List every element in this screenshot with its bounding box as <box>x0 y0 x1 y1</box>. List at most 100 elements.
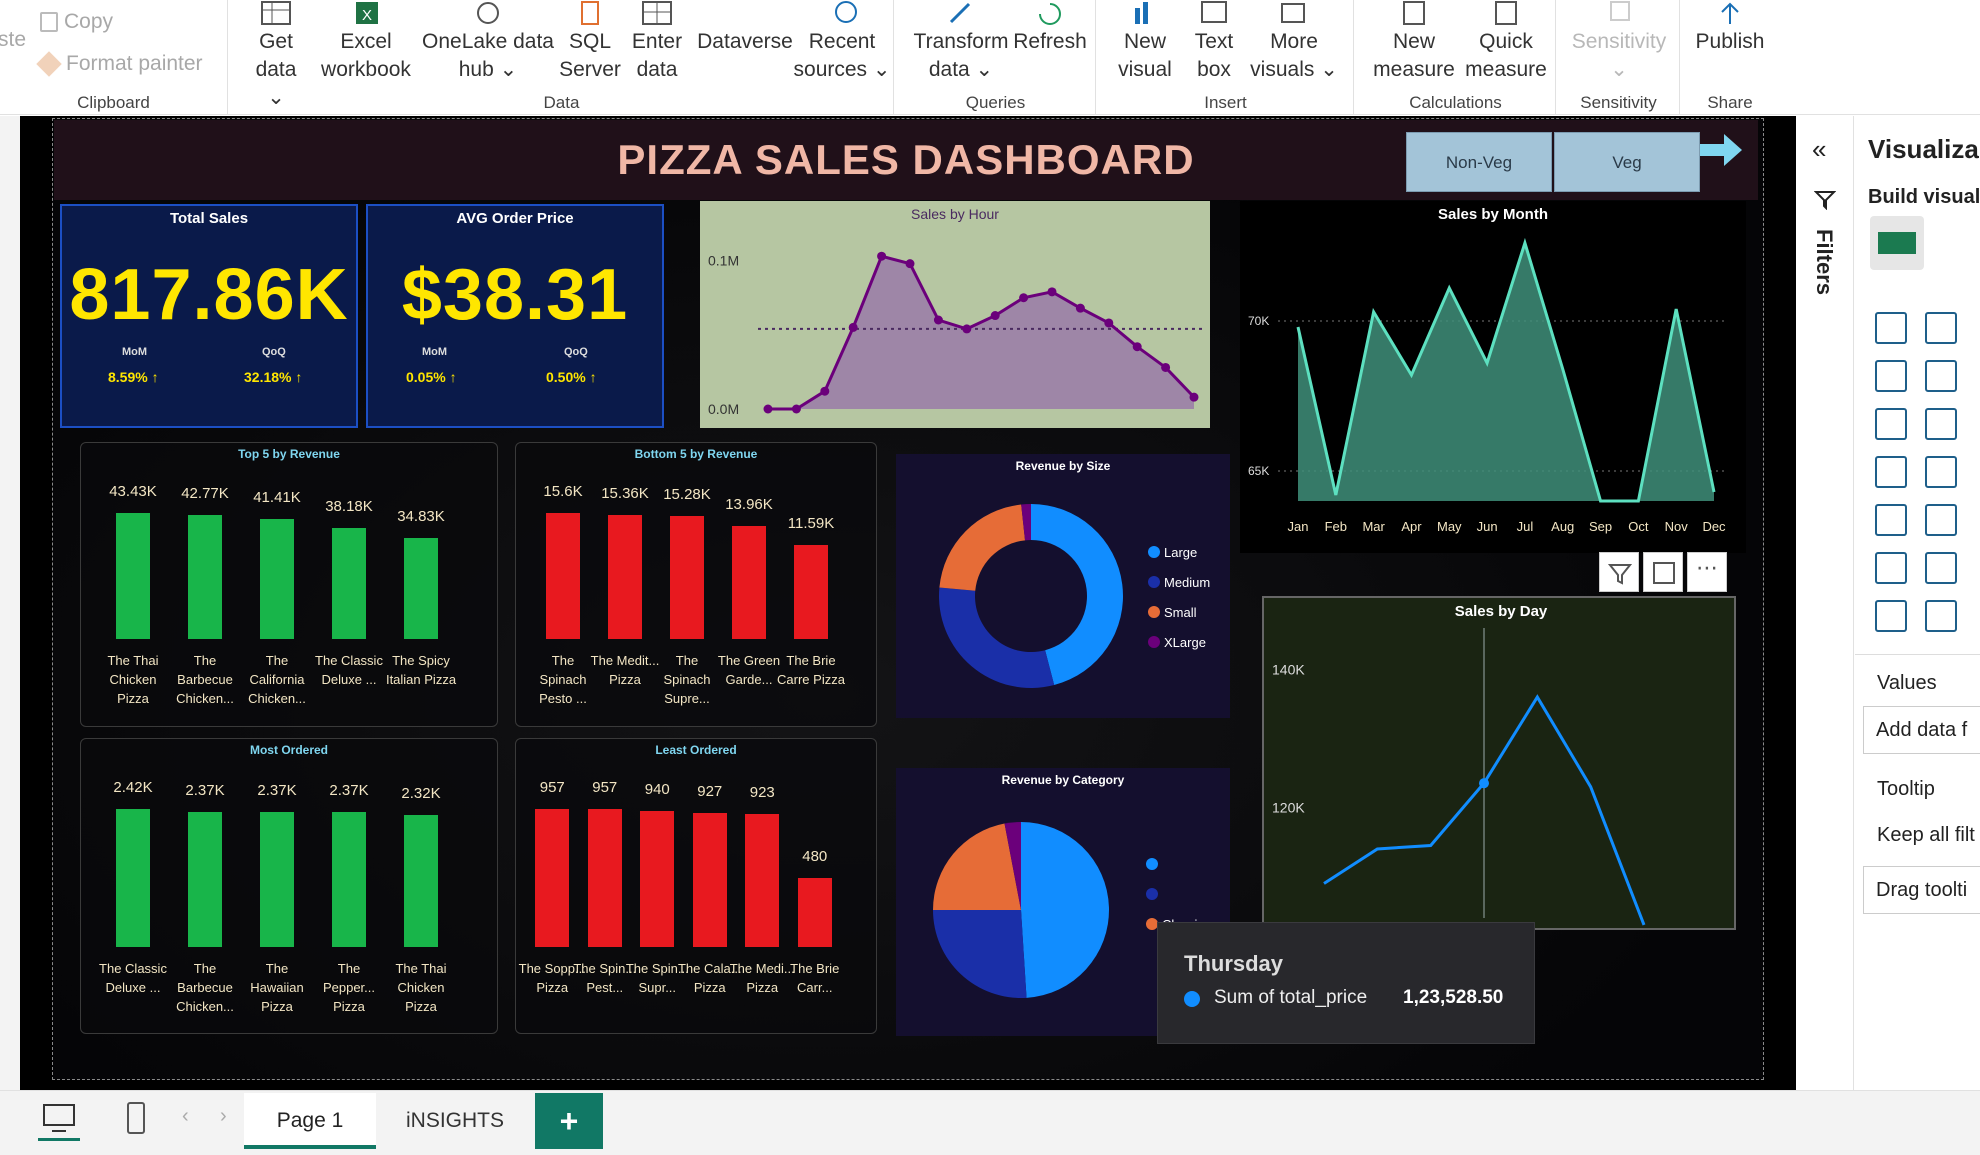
kpi-icon[interactable] <box>1875 504 1907 536</box>
data-label: 38.18K <box>325 498 373 516</box>
bar[interactable] <box>188 514 222 639</box>
bar[interactable] <box>404 814 438 947</box>
bottom-5-revenue-chart[interactable]: Bottom 5 by Revenue 15.6K The Spinach Pest… <box>515 442 877 727</box>
area-chart-icon[interactable] <box>1925 360 1957 392</box>
tooltip-section-label: Tooltip <box>1877 778 1935 800</box>
least-ordered-chart[interactable]: Least Ordered 957 The Sopp... Pizza 957 The … <box>515 738 877 1034</box>
sales-by-month-chart[interactable]: Sales by Month 65K 70K Jan Feb Mar Apr May Jun Ju… <box>1240 201 1746 553</box>
tab-page-1[interactable]: Page 1 <box>244 1093 376 1149</box>
bar[interactable] <box>608 514 642 639</box>
sales-by-day-chart[interactable]: Sales by Day 120K 140K <box>1262 596 1736 930</box>
more-visuals-button[interactable]: More visuals ⌄ <box>1244 0 1344 84</box>
bar[interactable] <box>116 809 150 947</box>
bar[interactable] <box>535 809 570 947</box>
publish-button[interactable]: Publish <box>1682 0 1778 56</box>
decomposition-tree-icon[interactable] <box>1875 552 1907 584</box>
bar[interactable] <box>692 813 727 947</box>
next-page-icon[interactable]: › <box>220 1105 227 1128</box>
build-visual-icon[interactable] <box>1870 216 1924 270</box>
most-ordered-chart[interactable]: Most Ordered 2.42K The Classic Deluxe ... 2… <box>80 738 498 1034</box>
key-influencers-icon[interactable] <box>1925 552 1957 584</box>
transform-data-button[interactable]: Transform data ⌄ <box>906 0 1016 84</box>
onelake-button[interactable]: OneLake data hub ⌄ <box>416 0 560 84</box>
sql-server-button[interactable]: SQL Server <box>558 0 622 84</box>
add-page-button[interactable]: + <box>535 1093 603 1149</box>
focus-mode-icon[interactable] <box>1643 552 1683 592</box>
stacked-bar-icon[interactable] <box>1875 312 1907 344</box>
bar[interactable] <box>794 545 828 639</box>
data-point <box>1189 392 1199 402</box>
funnel-icon[interactable] <box>1925 408 1957 440</box>
refresh-button[interactable]: Refresh <box>1010 0 1090 56</box>
total-sales-card[interactable]: Total Sales 817.86K MoM QoQ 8.59% ↑ 32.1… <box>60 204 358 428</box>
line-chart-icon[interactable] <box>1875 360 1907 392</box>
chart-title: Top 5 by Revenue <box>238 447 340 461</box>
bar[interactable] <box>404 537 438 639</box>
text-box-button[interactable]: Text box <box>1186 0 1242 84</box>
desktop-view-icon[interactable] <box>38 1099 80 1141</box>
bar[interactable] <box>732 526 766 639</box>
mobile-view-icon[interactable] <box>122 1099 152 1139</box>
bar[interactable] <box>188 811 222 947</box>
recent-sources-button[interactable]: Recent sources ⌄ <box>786 0 898 84</box>
ribbon-chart-icon[interactable] <box>1875 408 1907 440</box>
sensitivity-button[interactable]: Sensitivity ⌄ <box>1564 0 1674 84</box>
filter-icon[interactable] <box>1599 552 1639 592</box>
bar[interactable] <box>745 813 780 947</box>
keep-all-filters-toggle[interactable]: Keep all filt <box>1877 824 1975 847</box>
copy-button[interactable]: Copy <box>40 10 113 34</box>
paste-label[interactable]: ste <box>0 28 26 52</box>
slicer-non-veg[interactable]: Non-Veg <box>1406 132 1552 192</box>
sql-label: SQL <box>568 30 612 53</box>
format-painter-button[interactable]: Format painter <box>36 51 203 78</box>
collapse-icon[interactable]: « <box>1812 134 1826 165</box>
tab-insights[interactable]: iNSIGHTS <box>386 1093 524 1149</box>
column-chart-icon[interactable] <box>1925 312 1957 344</box>
filled-map-icon[interactable] <box>1925 456 1957 488</box>
avg-order-price-card[interactable]: AVG Order Price $38.31 MoM QoQ 0.05% ↑ 0… <box>366 204 664 428</box>
new-measure-button[interactable]: New measure <box>1366 0 1462 84</box>
more-options-icon[interactable]: ⋯ <box>1687 552 1727 592</box>
table-icon[interactable] <box>1925 504 1957 536</box>
top-5-revenue-chart[interactable]: Top 5 by Revenue 43.43K The Thai Chicken P… <box>80 442 498 727</box>
new-visual-button[interactable]: New visual <box>1112 0 1178 84</box>
chart-svg: Sales by Day 120K 140K <box>1272 603 1646 926</box>
onelake-label: OneLake data <box>422 30 554 53</box>
map-icon[interactable] <box>1875 456 1907 488</box>
data-label: 41.41K <box>253 488 301 506</box>
bar[interactable] <box>116 513 150 639</box>
enter-data-button[interactable]: Enter data <box>620 0 694 84</box>
tooltip-title: Thursday <box>1184 951 1284 976</box>
tooltip-label: Sum of total_price <box>1214 987 1368 1008</box>
bar[interactable] <box>640 811 675 947</box>
quick-measure-button[interactable]: Quick measure <box>1460 0 1552 84</box>
bar[interactable] <box>260 518 294 639</box>
kpi-value: 8.59% ↑ <box>108 369 159 385</box>
bar[interactable] <box>797 877 832 947</box>
publish-icon <box>1682 0 1778 26</box>
sales-by-hour-chart[interactable]: Sales by Hour 0.0M 0.1M <box>700 201 1210 428</box>
prev-page-icon[interactable]: ‹ <box>182 1105 189 1128</box>
revenue-by-size-chart[interactable]: Revenue by Size Large Medium Small XLarge <box>896 454 1230 718</box>
slicer-veg[interactable]: Veg <box>1554 132 1700 192</box>
bar[interactable] <box>546 513 580 639</box>
bar[interactable] <box>587 809 622 947</box>
arrow-right-icon[interactable] <box>1696 130 1746 175</box>
dataverse-button[interactable]: Dataverse <box>690 0 800 56</box>
bar[interactable] <box>332 811 366 947</box>
bar[interactable] <box>670 515 704 639</box>
filter-funnel-icon[interactable] <box>1813 188 1837 211</box>
tooltip-drop-field[interactable]: Drag toolti <box>1863 866 1980 914</box>
bar[interactable] <box>260 811 294 947</box>
gauge-icon[interactable] <box>1925 600 1957 632</box>
values-drop-field[interactable]: Add data f <box>1863 706 1980 754</box>
bar-chart-icon <box>1112 0 1178 26</box>
data-point <box>1104 318 1114 328</box>
data-label: 2.42K <box>113 779 153 796</box>
bar[interactable] <box>332 528 366 639</box>
card-icon[interactable] <box>1875 600 1907 632</box>
excel-workbook-button[interactable]: X Excel workbook <box>316 0 416 84</box>
chevron-down-icon: ⌄ <box>969 58 994 81</box>
pie-slice <box>939 587 1055 688</box>
filters-label[interactable]: Filters <box>1811 229 1837 309</box>
